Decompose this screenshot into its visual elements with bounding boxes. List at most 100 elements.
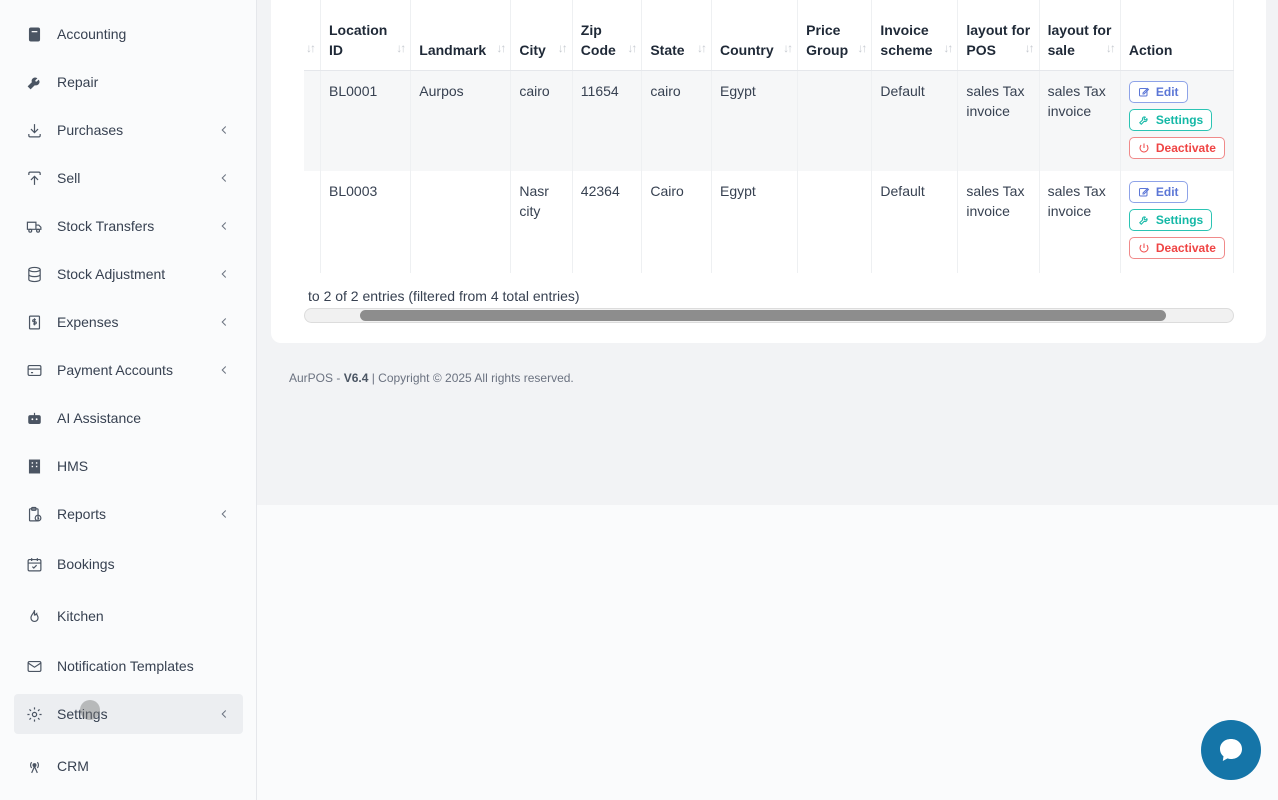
sidebar-item-label: CRM (57, 758, 89, 774)
sidebar-item-repair[interactable]: Repair (14, 62, 243, 102)
column-header-price-group[interactable]: Price Group ↓↑ (797, 0, 873, 71)
chevron-left-icon (217, 707, 231, 721)
cell-country: Egypt (711, 70, 799, 171)
sidebar-item-accounting[interactable]: Accounting (14, 14, 243, 54)
settings-button[interactable]: Settings (1128, 209, 1213, 231)
column-header-city[interactable]: City ↓↑ (510, 0, 573, 71)
sidebar-item-kitchen[interactable]: Kitchen (14, 596, 243, 636)
table-header-row: ↓↑ Location ID ↓↑ Landmark ↓↑ City ↓↑ Zip Code ↓… (304, 0, 1234, 71)
edit-button[interactable]: Edit (1128, 181, 1188, 203)
cell-layout-pos: sales Tax invoice (957, 171, 1040, 273)
column-header-zip[interactable]: Zip Code ↓↑ (572, 0, 643, 71)
building-icon (24, 456, 44, 476)
cell-city: Nasr city (510, 171, 573, 273)
column-header-label: Location ID (329, 21, 388, 58)
cell-price-group (797, 70, 873, 171)
sidebar-item-label: HMS (57, 458, 89, 474)
download-icon (24, 120, 44, 140)
chat-button[interactable] (1201, 720, 1261, 780)
sort-icon: ↓↑ (496, 40, 506, 55)
sidebar-item-label: Payment Accounts (57, 362, 173, 378)
chat-bubble-icon (1220, 739, 1242, 761)
table-entries-info: to 2 of 2 entries (filtered from 4 total… (308, 288, 580, 304)
footer: AurPOS - V6.4 | Copyright © 2025 All rig… (289, 371, 574, 385)
sort-icon: ↓↑ (627, 40, 637, 55)
sidebar-item-sell[interactable]: Sell (14, 158, 243, 198)
edit-button[interactable]: Edit (1128, 80, 1188, 103)
sidebar-item-expenses[interactable]: Expenses (14, 302, 243, 342)
sidebar: Accounting Repair Purchases Sell Stock Trans… (0, 0, 257, 800)
deactivate-button[interactable]: Deactivate (1128, 136, 1225, 159)
credit-card-icon (24, 360, 44, 380)
column-header-hidden[interactable]: ↓↑ (304, 0, 321, 71)
sidebar-item-label: Reports (57, 506, 107, 522)
cell-invoice-scheme: Default (871, 70, 959, 171)
sidebar-item-bookings[interactable]: Bookings (14, 544, 243, 584)
column-header-label: City (519, 41, 546, 58)
sort-icon: ↓↑ (557, 40, 568, 55)
column-header-action[interactable]: Action (1120, 0, 1234, 71)
sidebar-item-hms[interactable]: HMS (14, 446, 243, 486)
sidebar-item-label: Stock Adjustment (57, 266, 166, 282)
chevron-left-icon (217, 171, 231, 185)
edit-button-label: Edit (1155, 185, 1179, 199)
cell-layout-pos: sales Tax invoice (957, 70, 1040, 171)
column-header-layout-sale[interactable]: layout for sale ↓↑ (1039, 0, 1121, 71)
power-icon (1139, 143, 1149, 152)
column-header-label: layout for sale (1047, 21, 1112, 58)
cell-location-id: BL0003 (320, 171, 412, 273)
cell-zip: 11654 (572, 70, 643, 171)
cell-action: Edit Settings Deactivate (1120, 70, 1234, 171)
footer-version: V6.4 (343, 371, 369, 385)
hidden-cell (304, 70, 321, 171)
sidebar-item-label: Purchases (57, 122, 124, 138)
column-header-layout-pos[interactable]: layout for POS ↓↑ (957, 0, 1040, 71)
footer-brand: AurPOS - (289, 371, 344, 385)
column-header-country[interactable]: Country ↓↑ (711, 0, 799, 71)
sort-icon: ↓↑ (306, 40, 316, 55)
edit-button-label: Edit (1155, 84, 1179, 99)
deactivate-button[interactable]: Deactivate (1128, 237, 1225, 259)
deactivate-button-label: Deactivate (1155, 241, 1216, 255)
sidebar-item-label: Kitchen (57, 608, 104, 624)
cell-layout-sale: sales Tax invoice (1039, 171, 1121, 273)
sidebar-item-stock-adjustment[interactable]: Stock Adjustment (14, 254, 243, 294)
column-header-label: Country (719, 41, 774, 58)
sidebar-item-stock-transfers[interactable]: Stock Transfers (14, 206, 243, 246)
flame-icon (24, 606, 44, 626)
cell-invoice-scheme: Default (871, 171, 959, 273)
settings-button[interactable]: Settings (1128, 108, 1213, 131)
sidebar-item-crm[interactable]: CRM (14, 746, 243, 786)
column-header-state[interactable]: State ↓↑ (641, 0, 712, 71)
column-header-landmark[interactable]: Landmark ↓↑ (410, 0, 512, 71)
column-header-label: layout for POS (966, 21, 1031, 58)
power-icon (1139, 243, 1149, 253)
sidebar-item-purchases[interactable]: Purchases (14, 110, 243, 150)
sidebar-item-reports[interactable]: Reports (14, 494, 243, 534)
sort-icon: ↓↑ (1024, 40, 1035, 55)
sidebar-item-label: Sell (57, 170, 81, 186)
chevron-left-icon (217, 219, 231, 233)
book-icon (24, 24, 44, 44)
calendar-check-icon (24, 554, 44, 574)
wrench-icon (1138, 216, 1148, 225)
sidebar-item-settings[interactable]: Settings (14, 694, 243, 734)
chevron-left-icon (217, 363, 231, 377)
sort-icon: ↓↑ (943, 40, 953, 55)
horizontal-scrollbar[interactable] (304, 308, 1234, 323)
locations-table: ↓↑ Location ID ↓↑ Landmark ↓↑ City ↓↑ Zip Code ↓… (304, 0, 1234, 273)
sidebar-item-notification-templates[interactable]: Notification Templates (14, 646, 243, 686)
column-header-invoice-scheme[interactable]: Invoice scheme ↓↑ (871, 0, 959, 71)
sort-icon: ↓↑ (396, 40, 406, 55)
column-header-label: Invoice scheme (880, 21, 933, 58)
sidebar-item-ai-assistance[interactable]: AI Assistance (14, 398, 243, 438)
sort-icon: ↓↑ (1105, 40, 1116, 55)
cell-state: cairo (641, 70, 712, 171)
sidebar-item-payment-accounts[interactable]: Payment Accounts (14, 350, 243, 390)
cell-landmark (410, 171, 512, 273)
column-header-location-id[interactable]: Location ID ↓↑ (320, 0, 412, 71)
footer-copyright: | Copyright © 2025 All rights reserved. (368, 371, 574, 385)
envelope-icon (24, 656, 44, 676)
scrollbar-thumb[interactable] (360, 310, 1166, 321)
mouse-cursor-indicator (80, 700, 100, 720)
